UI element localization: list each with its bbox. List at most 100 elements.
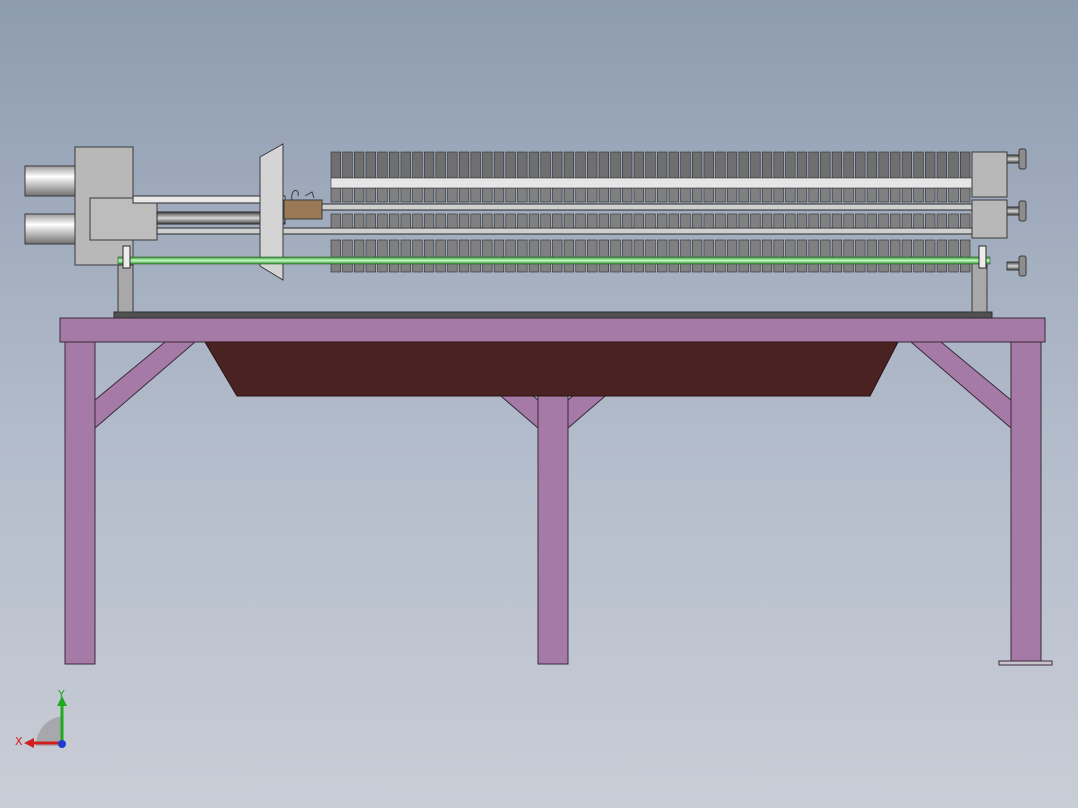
filter-plate <box>657 213 668 229</box>
filter-plate <box>750 151 761 179</box>
filter-plate <box>901 239 913 273</box>
filter-plate <box>354 151 365 179</box>
filter-plate <box>354 187 365 203</box>
filter-plate <box>785 151 796 179</box>
filter-plate <box>517 151 528 179</box>
filter-plate <box>517 239 528 273</box>
filter-plate <box>342 239 353 273</box>
filter-plate <box>435 213 446 229</box>
filter-plate <box>458 187 470 203</box>
filter-plate <box>761 213 773 229</box>
filter-plate <box>773 239 784 273</box>
filter-plate <box>610 187 621 203</box>
head-bracket <box>89 197 158 241</box>
filter-plate <box>796 187 808 203</box>
filter-plate <box>657 187 668 203</box>
filter-plate <box>878 239 889 273</box>
filter-plate <box>878 151 889 179</box>
z-axis-dot <box>58 740 66 748</box>
filter-plate <box>948 151 959 179</box>
filter-plate <box>423 213 435 229</box>
filter-plate <box>470 151 481 179</box>
filter-plate <box>901 213 913 229</box>
filter-plate <box>925 187 936 203</box>
filter-plate <box>388 239 400 273</box>
filter-plate <box>680 151 691 179</box>
filter-plate <box>890 239 901 273</box>
filter-plate <box>552 239 563 273</box>
frame-brace-right <box>909 341 1012 430</box>
filter-plate <box>820 151 831 179</box>
model-canvas <box>24 143 1053 666</box>
filter-plate <box>820 213 831 229</box>
filter-plate <box>831 187 843 203</box>
filter-plate <box>400 213 411 229</box>
filter-plate <box>493 151 505 179</box>
filter-plate <box>540 151 551 179</box>
filter-plate <box>552 151 563 179</box>
filter-plate <box>913 151 924 179</box>
filter-plate <box>866 213 878 229</box>
filter-plate <box>703 239 714 273</box>
filter-plate <box>645 239 656 273</box>
filter-plate <box>470 213 481 229</box>
filter-plate <box>354 213 365 229</box>
filter-plate <box>447 151 458 179</box>
filter-plate <box>587 239 598 273</box>
filter-plate <box>796 239 808 273</box>
filter-plate <box>458 151 470 179</box>
filter-plate <box>388 187 400 203</box>
filter-plate <box>808 239 819 273</box>
filter-plate <box>657 239 668 273</box>
filter-plate <box>342 187 353 203</box>
filter-plate <box>365 239 376 273</box>
filter-plate <box>330 239 341 273</box>
filter-plate <box>750 187 761 203</box>
filter-plate <box>598 151 609 179</box>
filter-plate <box>447 213 458 229</box>
filter-plate <box>855 187 866 203</box>
filter-plate <box>808 151 819 179</box>
filter-plate <box>773 187 784 203</box>
filter-plate <box>890 187 901 203</box>
filter-plate <box>563 187 575 203</box>
filter-plate <box>587 151 598 179</box>
filter-plate <box>563 151 575 179</box>
tail-block-lower <box>971 199 1008 239</box>
filter-plate <box>668 239 679 273</box>
filter-plate <box>738 213 749 229</box>
filter-plate <box>925 213 936 229</box>
filter-plate <box>703 151 714 179</box>
filter-plate <box>330 213 341 229</box>
filter-plate <box>645 187 656 203</box>
filter-plate <box>726 239 738 273</box>
drip-tray <box>204 341 899 397</box>
filter-plate <box>482 187 493 203</box>
filter-plate <box>773 151 784 179</box>
filter-plate <box>400 187 411 203</box>
filter-plate <box>622 187 633 203</box>
filter-plate <box>388 151 400 179</box>
filter-plate <box>855 239 866 273</box>
cad-viewport[interactable]: Y X <box>0 0 1078 808</box>
filter-plate <box>330 151 341 179</box>
filter-plate <box>936 151 947 179</box>
filter-plate <box>691 151 703 179</box>
filter-plate <box>505 239 516 273</box>
filter-plate <box>657 151 668 179</box>
filter-plate <box>843 239 854 273</box>
filter-plate <box>365 213 376 229</box>
filter-plate <box>482 239 493 273</box>
filter-plate <box>622 239 633 273</box>
filter-plate <box>540 239 551 273</box>
filter-plate <box>785 213 796 229</box>
filter-plate <box>610 151 621 179</box>
filter-plate-pack <box>330 151 973 273</box>
filter-plate <box>610 213 621 229</box>
filter-plate <box>482 151 493 179</box>
filter-plate <box>738 187 749 203</box>
filter-plate <box>505 151 516 179</box>
filter-plate <box>354 239 365 273</box>
orientation-triad[interactable]: Y X <box>14 688 74 758</box>
base-rail <box>113 311 993 319</box>
